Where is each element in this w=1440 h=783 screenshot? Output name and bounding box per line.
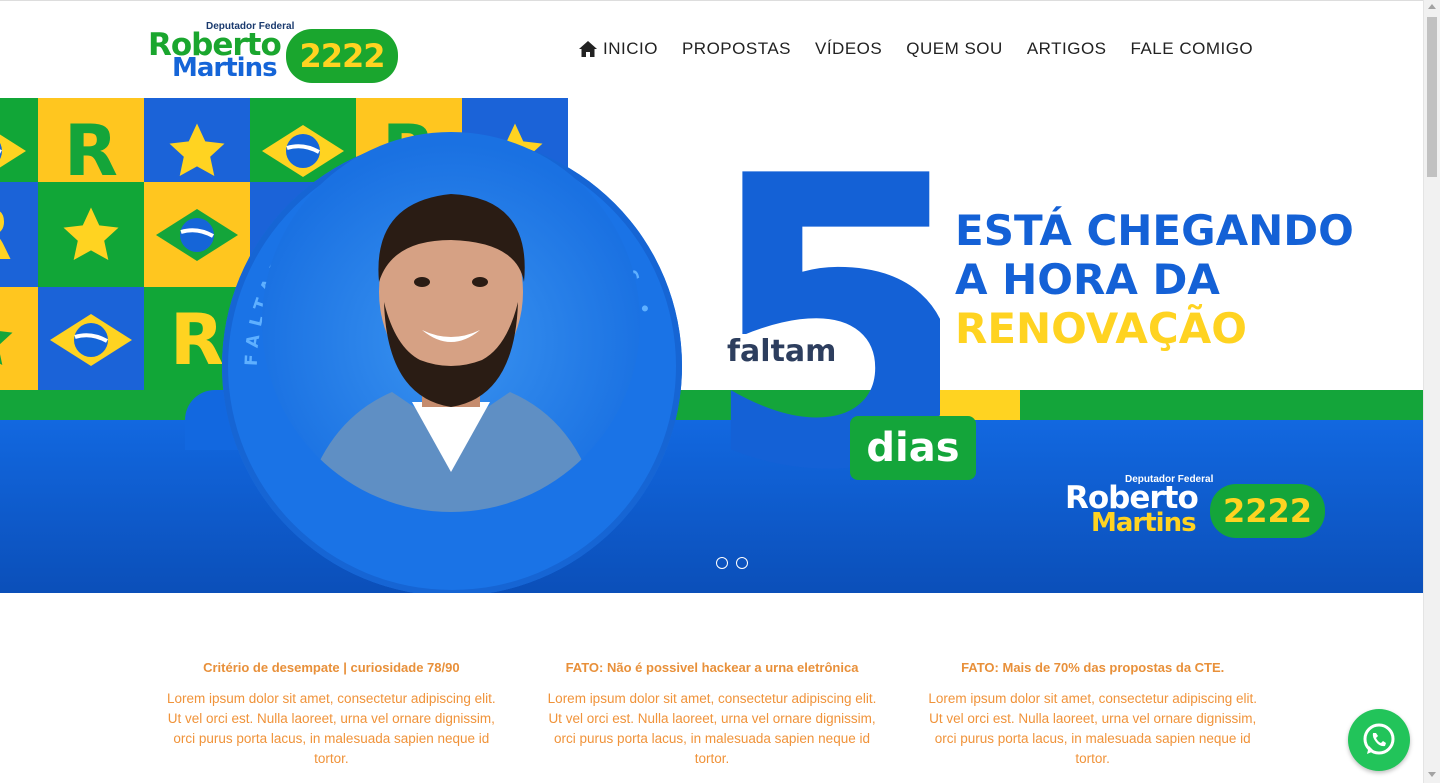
- home-icon: [579, 41, 597, 57]
- hero-banner[interactable]: R R R R FALTAM 5 DIAS • FALTAM 5 DIAS •: [0, 98, 1423, 593]
- articles-section: Critério de desempate | curiosidade 78/9…: [160, 660, 1264, 769]
- article-card[interactable]: FATO: Mais de 70% das propostas da CTE. …: [921, 660, 1264, 769]
- article-title[interactable]: Critério de desempate | curiosidade 78/9…: [160, 660, 503, 675]
- hero-logo-number: 2222: [1210, 484, 1325, 538]
- nav-fale-comigo[interactable]: FALE COMIGO: [1131, 39, 1254, 59]
- article-title[interactable]: FATO: Não é possivel hackear a urna elet…: [541, 660, 884, 675]
- hero-logo-last-name: Martins: [1091, 508, 1197, 538]
- candidate-portrait: [262, 132, 640, 512]
- article-body: Lorem ipsum dolor sit amet, consectetur …: [167, 691, 496, 766]
- scroll-down-arrow-icon[interactable]: [1428, 772, 1436, 777]
- page-scrollbar[interactable]: [1423, 0, 1440, 783]
- article-body: Lorem ipsum dolor sit amet, consectetur …: [547, 691, 877, 766]
- page: Deputador Federal Roberto Martins 2222 I…: [0, 0, 1440, 783]
- article-title[interactable]: FATO: Mais de 70% das propostas da CTE.: [921, 660, 1264, 675]
- nav-quem-sou[interactable]: QUEM SOU: [906, 39, 1003, 59]
- nav-videos[interactable]: VÍDEOS: [815, 39, 882, 59]
- star-tile: [0, 287, 38, 392]
- article-card[interactable]: Critério de desempate | curiosidade 78/9…: [160, 660, 503, 769]
- nav-inicio-label: INICIO: [603, 39, 658, 58]
- whatsapp-button[interactable]: [1348, 709, 1410, 771]
- dias-badge: dias: [850, 416, 976, 480]
- person-illustration: [302, 194, 600, 512]
- carousel-dot-1[interactable]: [716, 557, 728, 569]
- headline-line-1: ESTÁ CHEGANDO: [955, 206, 1354, 255]
- headline-line-3: RENOVAÇÃO: [955, 304, 1247, 353]
- main-nav: INICIO PROPOSTAS VÍDEOS QUEM SOU ARTIGOS…: [578, 39, 1253, 59]
- site-logo[interactable]: Deputador Federal Roberto Martins 2222: [148, 19, 400, 85]
- carousel-dot-2[interactable]: [736, 557, 748, 569]
- nav-propostas[interactable]: PROPOSTAS: [682, 39, 791, 59]
- faltam-label: faltam: [723, 334, 841, 369]
- hero-logo: Deputador Federal Roberto Martins 2222: [1065, 474, 1327, 540]
- logo-last-name: Martins: [172, 53, 278, 83]
- flag-tile: [38, 287, 144, 392]
- article-card[interactable]: FATO: Não é possivel hackear a urna elet…: [541, 660, 884, 769]
- article-body: Lorem ipsum dolor sit amet, consectetur …: [928, 691, 1257, 766]
- carousel-dots: [716, 557, 748, 569]
- scroll-up-arrow-icon[interactable]: [1428, 4, 1436, 9]
- star-tile: [38, 182, 144, 287]
- site-header: Deputador Federal Roberto Martins 2222 I…: [0, 0, 1423, 98]
- headline-line-2: A HORA DA: [955, 255, 1220, 304]
- logo-number: 2222: [286, 29, 398, 83]
- letter-r-tile: R: [0, 182, 38, 287]
- whatsapp-icon: [1363, 723, 1395, 755]
- nav-artigos[interactable]: ARTIGOS: [1027, 39, 1107, 59]
- nav-inicio[interactable]: INICIO: [578, 39, 658, 59]
- hero-headline: ESTÁ CHEGANDO A HORA DA RENOVAÇÃO: [955, 206, 1354, 353]
- scroll-thumb[interactable]: [1427, 17, 1437, 177]
